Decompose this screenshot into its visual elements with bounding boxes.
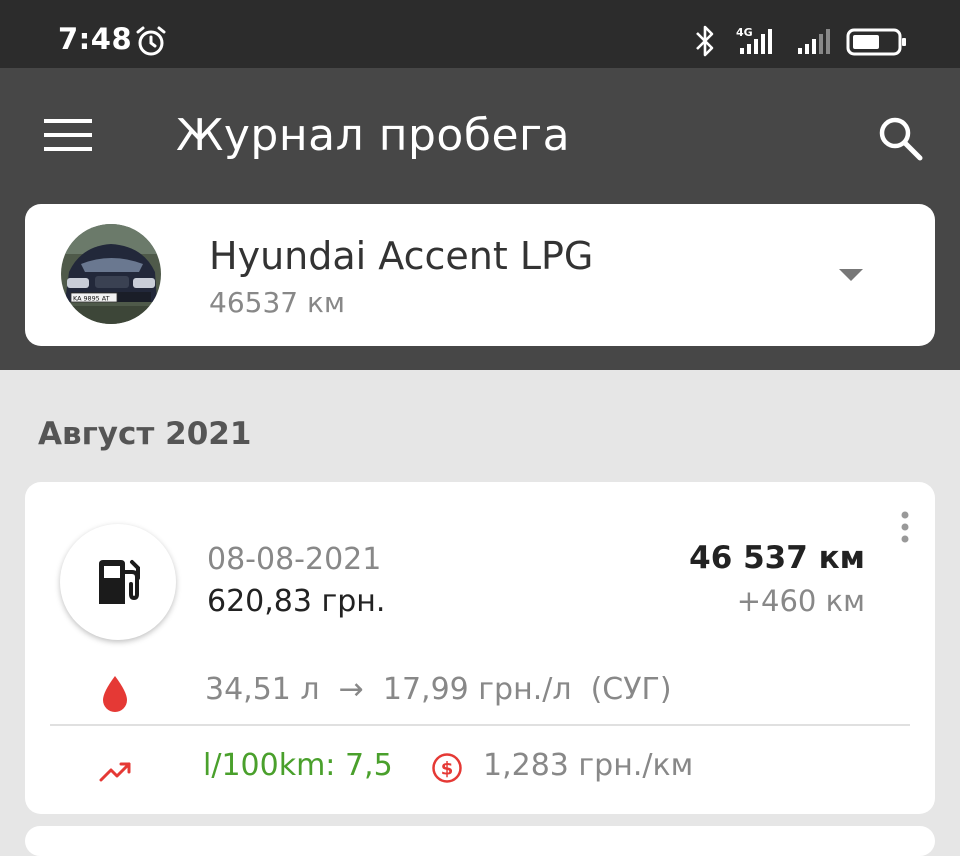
trending-up-icon (99, 762, 131, 782)
entry-distance: +460 км (736, 584, 865, 618)
battery-icon (846, 28, 906, 56)
fuel-type-badge (60, 524, 176, 640)
fuel-pump-icon (99, 560, 140, 604)
bluetooth-icon (696, 25, 714, 57)
network-type-label: 4G (736, 26, 753, 39)
vehicle-selector[interactable]: KA 9895 AT Hyundai Accent LPG 46537 км (25, 204, 935, 346)
entry-cost: 620,83 грн. (207, 584, 386, 619)
month-header: Август 2021 (38, 416, 252, 452)
svg-text:$: $ (441, 759, 454, 780)
status-time: 7:48 (58, 22, 133, 56)
coin-icon: $ (432, 753, 462, 783)
license-plate: KA 9895 AT (73, 295, 110, 303)
divider (50, 724, 910, 726)
fuel-entry-card[interactable]: 08-08-2021 620,83 грн. 46 537 км +460 км… (25, 482, 935, 814)
cost-per-km: 1,283 грн./км (483, 748, 694, 783)
vehicle-name: Hyundai Accent LPG (209, 234, 594, 278)
vehicle-odometer: 46537 км (209, 286, 346, 319)
signal-icon (798, 29, 830, 54)
volume-price-line: 34,51 л → 17,99 грн./л (СУГ) (205, 672, 672, 707)
fuel-consumption: l/100km: 7,5 (203, 748, 393, 783)
menu-icon[interactable] (44, 116, 92, 154)
status-bar: 7:48 4G (0, 0, 960, 68)
signal-4g-icon: 4G (736, 26, 772, 54)
page-title: Журнал пробега (176, 110, 571, 161)
alarm-icon (136, 26, 166, 56)
chevron-down-icon[interactable] (837, 266, 865, 284)
fuel-drop-icon (103, 676, 127, 712)
car-avatar: KA 9895 AT (61, 224, 161, 324)
more-vert-icon[interactable] (897, 510, 913, 544)
entry-odometer: 46 537 км (689, 540, 865, 576)
next-entry-card[interactable] (25, 826, 935, 856)
search-icon[interactable] (876, 114, 924, 162)
entry-date: 08-08-2021 (207, 542, 382, 577)
